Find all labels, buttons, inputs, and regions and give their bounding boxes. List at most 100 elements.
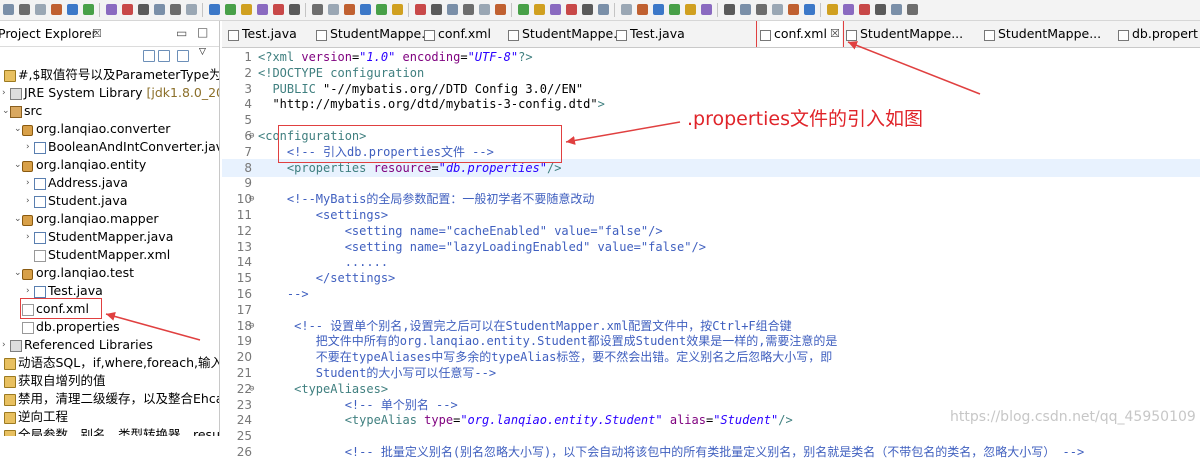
java-file-icon <box>34 178 46 190</box>
editor-tab[interactable]: StudentMappe... <box>984 21 1114 47</box>
toolbar-button-icon[interactable] <box>122 4 133 15</box>
toolbar-button-icon[interactable] <box>273 4 284 15</box>
editor-tab[interactable]: StudentMappe... <box>316 21 433 47</box>
toolbar-button-icon[interactable] <box>83 4 94 15</box>
toolbar-button-icon[interactable] <box>186 4 197 15</box>
toolbar-button-icon[interactable] <box>344 4 355 15</box>
toolbar-button-icon[interactable] <box>106 4 117 15</box>
project-explorer-toolbar: ▽ <box>0 47 219 65</box>
toolbar-button-icon[interactable] <box>534 4 545 15</box>
toolbar-button-icon[interactable] <box>431 4 442 15</box>
active-tab-highlight-box <box>756 21 844 47</box>
toolbar-button-icon[interactable] <box>740 4 751 15</box>
tree-item-label: 动语态SQL，if,where,foreach,输入参数 <box>18 355 219 370</box>
toolbar-button-icon[interactable] <box>756 4 767 15</box>
toolbar-button-icon[interactable] <box>51 4 62 15</box>
view-menu-icon[interactable]: ▽ <box>199 47 209 57</box>
focus-icon[interactable] <box>177 50 189 62</box>
xml-file-icon <box>846 30 857 41</box>
java-file-icon <box>34 232 46 244</box>
toolbar-button-icon[interactable] <box>859 4 870 15</box>
toolbar-button-icon[interactable] <box>637 4 648 15</box>
toolbar-button-icon[interactable] <box>843 4 854 15</box>
expand-arrow-icon[interactable]: ⌄ <box>14 120 22 138</box>
toolbar-button-icon[interactable] <box>598 4 609 15</box>
toolbar-button-icon[interactable] <box>653 4 664 15</box>
expand-arrow-icon[interactable]: ⌄ <box>14 210 22 228</box>
toolbar-button-icon[interactable] <box>518 4 529 15</box>
toolbar-button-icon[interactable] <box>724 4 735 15</box>
editor-tab[interactable]: Test.java <box>228 21 312 47</box>
toolbar-button-icon[interactable] <box>582 4 593 15</box>
expand-arrow-icon[interactable]: › <box>26 138 30 156</box>
expand-arrow-icon[interactable]: › <box>26 174 30 192</box>
tree-item-label: 获取自增列的值 <box>18 373 106 388</box>
toolbar-button-icon[interactable] <box>621 4 632 15</box>
toolbar-button-icon[interactable] <box>891 4 902 15</box>
toolbar-button-icon[interactable] <box>360 4 371 15</box>
expand-arrow-icon[interactable]: ⌄ <box>2 102 10 120</box>
toolbar-button-icon[interactable] <box>788 4 799 15</box>
toolbar-button-icon[interactable] <box>209 4 220 15</box>
toolbar-button-icon[interactable] <box>170 4 181 15</box>
toolbar-button-icon[interactable] <box>772 4 783 15</box>
toolbar-button-icon[interactable] <box>415 4 426 15</box>
expand-arrow-icon[interactable]: › <box>2 84 6 102</box>
java-file-icon <box>34 196 46 208</box>
toolbar-button-icon[interactable] <box>312 4 323 15</box>
maximize-icon[interactable]: □ <box>197 21 208 45</box>
toolbar-button-icon[interactable] <box>550 4 561 15</box>
toolbar-button-icon[interactable] <box>447 4 458 15</box>
toolbar-button-icon[interactable] <box>479 4 490 15</box>
toolbar-button-icon[interactable] <box>376 4 387 15</box>
tree-item-label: Referenced Libraries <box>24 337 153 352</box>
expand-arrow-icon[interactable]: › <box>26 192 30 210</box>
toolbar-button-icon[interactable] <box>669 4 680 15</box>
toolbar-button-icon[interactable] <box>566 4 577 15</box>
conf-xml-highlight-box <box>20 298 102 319</box>
expand-arrow-icon[interactable]: › <box>2 336 6 354</box>
toolbar-button-icon[interactable] <box>154 4 165 15</box>
toolbar-button-icon[interactable] <box>3 4 14 15</box>
editor-tab[interactable]: Test.java <box>616 21 756 47</box>
toolbar-button-icon[interactable] <box>19 4 30 15</box>
toolbar-button-icon[interactable] <box>875 4 886 15</box>
toolbar-button-icon[interactable] <box>907 4 918 15</box>
toolbar-button-icon[interactable] <box>225 4 236 15</box>
expand-arrow-icon[interactable]: ⌄ <box>14 156 22 174</box>
toolbar-button-icon[interactable] <box>289 4 300 15</box>
toolbar-button-icon[interactable] <box>827 4 838 15</box>
toolbar-button-icon[interactable] <box>138 4 149 15</box>
properties-file-icon <box>22 322 34 334</box>
toolbar-button-icon[interactable] <box>328 4 339 15</box>
editor-tab[interactable]: db.propert <box>1118 21 1200 47</box>
collapse-all-icon[interactable] <box>143 50 155 62</box>
editor-tab-label: StudentMappe... <box>522 26 626 41</box>
toolbar-button-icon[interactable] <box>241 4 252 15</box>
toolbar-button-icon[interactable] <box>392 4 403 15</box>
toolbar-separator <box>820 3 821 17</box>
link-with-editor-icon[interactable] <box>158 50 170 62</box>
close-icon[interactable]: ☒ <box>92 21 102 46</box>
editor-tab[interactable]: StudentMappe... <box>508 21 625 47</box>
editor-tab[interactable]: StudentMappe... <box>846 21 980 47</box>
toolbar-button-icon[interactable] <box>257 4 268 15</box>
toolbar-button-icon[interactable] <box>35 4 46 15</box>
package-icon <box>22 125 33 136</box>
toolbar-button-icon[interactable] <box>67 4 78 15</box>
toolbar-button-icon[interactable] <box>463 4 474 15</box>
tree-item-label: 逆向工程 <box>18 409 69 424</box>
tree-item-label: org.lanqiao.mapper <box>36 211 159 226</box>
expand-arrow-icon[interactable]: ⌄ <box>14 264 22 282</box>
editor-tab-label: conf.xml <box>438 26 491 41</box>
toolbar-button-icon[interactable] <box>804 4 815 15</box>
expand-arrow-icon[interactable]: › <box>26 228 30 246</box>
minimize-icon[interactable]: ▭ <box>176 21 187 46</box>
project-icon <box>4 412 16 424</box>
annotation-text: .properties文件的引入如图 <box>687 108 923 130</box>
toolbar-button-icon[interactable] <box>495 4 506 15</box>
library-icon <box>10 88 22 100</box>
editor-tab[interactable]: conf.xml <box>424 21 504 47</box>
toolbar-button-icon[interactable] <box>701 4 712 15</box>
toolbar-button-icon[interactable] <box>685 4 696 15</box>
